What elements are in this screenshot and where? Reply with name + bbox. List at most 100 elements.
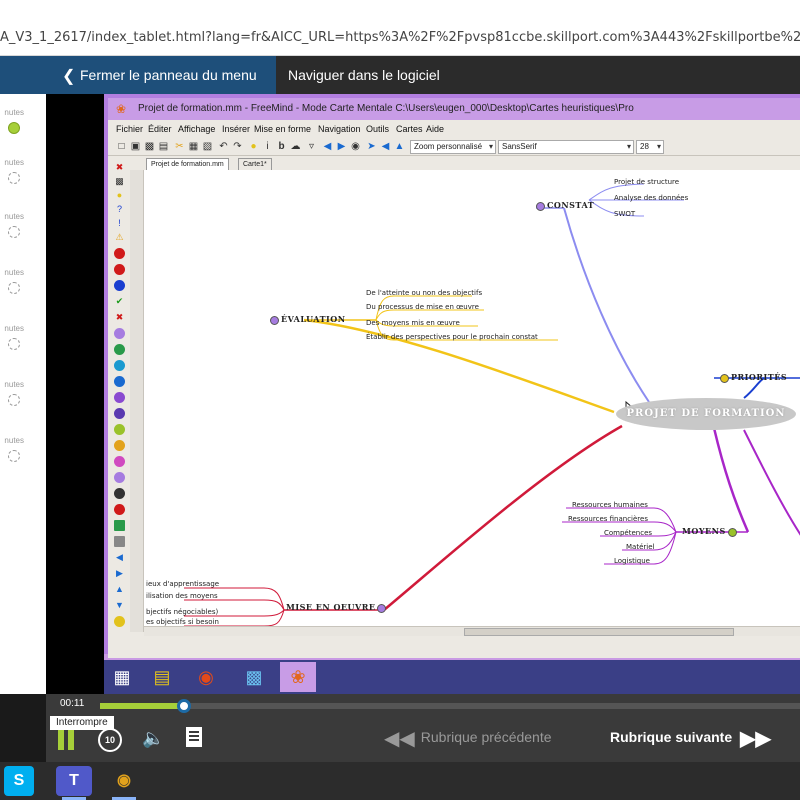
node-projet-de-structure[interactable]: Projet de structure bbox=[614, 178, 679, 186]
zoom-icon[interactable]: ◉ bbox=[350, 141, 361, 152]
progress-bar[interactable] bbox=[100, 699, 800, 713]
video-area[interactable]: ❀ Projet de formation.mm - FreeMind - Mo… bbox=[104, 94, 800, 694]
node-competences[interactable]: Compétences bbox=[604, 529, 652, 537]
branch-constat[interactable]: CONSTAT bbox=[536, 200, 594, 211]
branch-evaluation[interactable]: ÉVALUATION bbox=[270, 314, 346, 325]
chrome-icon[interactable]: ◉ bbox=[188, 662, 224, 692]
progress-handle[interactable] bbox=[177, 699, 191, 713]
menu-aide[interactable]: Aide bbox=[426, 124, 444, 134]
skype-icon[interactable]: S bbox=[4, 766, 34, 796]
node-atteinte-objectifs[interactable]: De l'atteinte ou non des objectifs bbox=[366, 289, 482, 297]
cut-icon[interactable]: ✂ bbox=[174, 141, 185, 152]
open-file-icon[interactable]: ▣ bbox=[130, 141, 141, 152]
number-1-icon[interactable] bbox=[114, 344, 125, 355]
arrow-left-palette-icon[interactable]: ◀ bbox=[114, 552, 125, 563]
stop-icon[interactable] bbox=[114, 248, 125, 259]
new-file-icon[interactable]: □ bbox=[116, 141, 127, 152]
ok-icon[interactable]: ✔ bbox=[114, 296, 125, 307]
node-utilisation-moyens[interactable]: ilisation des moyens bbox=[146, 592, 218, 600]
windows-start-icon[interactable]: ▦ bbox=[104, 662, 140, 692]
menu-outils[interactable]: Outils bbox=[366, 124, 389, 134]
paste-icon[interactable]: ▧ bbox=[202, 141, 213, 152]
arrow-down-icon[interactable]: ▼ bbox=[114, 600, 125, 611]
menu-affichage[interactable]: Affichage bbox=[178, 124, 215, 134]
teams-icon[interactable]: T bbox=[56, 766, 92, 800]
remove-icon[interactable]: ✖ bbox=[114, 162, 125, 173]
node-perspectives[interactable]: Établir des perspectives pour le prochai… bbox=[366, 333, 538, 341]
undo-icon[interactable]: ↶ bbox=[218, 141, 229, 152]
nav-up-icon[interactable]: ▲ bbox=[394, 141, 405, 152]
number-8-icon[interactable] bbox=[114, 456, 125, 467]
node-logistique[interactable]: Logistique bbox=[614, 557, 650, 565]
topic-menu-item[interactable]: nutes bbox=[0, 436, 46, 476]
topic-menu-item[interactable]: nutes bbox=[0, 324, 46, 364]
idea-icon[interactable]: ● bbox=[114, 190, 125, 201]
node-processus-mise-en-oeuvre[interactable]: Du processus de mise en œuvre bbox=[366, 303, 479, 311]
info-icon[interactable]: ! bbox=[114, 218, 125, 229]
mind-map-canvas[interactable]: PROJET DE FORMATION CONSTAT Projet de st… bbox=[144, 170, 800, 626]
tab-projet-de-formation[interactable]: Projet de formation.mm bbox=[146, 158, 229, 170]
battery-icon[interactable] bbox=[114, 520, 125, 531]
arrow-right-icon[interactable]: ▶ bbox=[336, 141, 347, 152]
number-6-icon[interactable] bbox=[114, 424, 125, 435]
copy-icon[interactable]: ▦ bbox=[188, 141, 199, 152]
bold-icon[interactable]: b bbox=[276, 141, 287, 152]
branch-moyens[interactable]: MOYENS bbox=[682, 526, 739, 537]
node-ressources-financieres[interactable]: Ressources financières bbox=[568, 515, 648, 523]
topic-menu-item[interactable]: nutes bbox=[0, 212, 46, 252]
number-2-icon[interactable] bbox=[114, 360, 125, 371]
clock-icon[interactable] bbox=[114, 488, 125, 499]
node-materiel[interactable]: Matériel bbox=[626, 543, 654, 551]
central-node[interactable]: PROJET DE FORMATION bbox=[616, 398, 796, 430]
font-select[interactable]: SansSerif ▾ bbox=[498, 140, 634, 154]
branch-priorites[interactable]: PRIORITÉS bbox=[720, 372, 787, 383]
node-lieux-apprentissage[interactable]: ieux d'apprentissage bbox=[146, 580, 219, 588]
node-objectifs-negociables[interactable]: bjectifs négociables) bbox=[146, 608, 218, 616]
arrow-right-palette-icon[interactable]: ▶ bbox=[114, 568, 125, 579]
number-5-icon[interactable] bbox=[114, 408, 125, 419]
menu-cartes[interactable]: Cartes bbox=[396, 124, 423, 134]
question-icon[interactable]: ? bbox=[114, 204, 125, 215]
phone-icon[interactable] bbox=[114, 536, 125, 547]
node-swot[interactable]: SWOT bbox=[614, 210, 635, 218]
scrollbar-thumb[interactable] bbox=[464, 628, 734, 636]
previous-topic-button[interactable]: ◀◀ Rubrique précédente bbox=[384, 726, 552, 751]
cancel-icon[interactable]: ✖ bbox=[114, 312, 125, 323]
node-moyens-mis-en-oeuvre[interactable]: Des moyens mis en œuvre bbox=[366, 319, 460, 327]
topic-menu-item[interactable]: nutes bbox=[0, 268, 46, 308]
arrow-left-icon[interactable]: ◀ bbox=[322, 141, 333, 152]
paint-icon[interactable]: ◉ bbox=[106, 766, 142, 800]
nav-back-icon[interactable]: ◀ bbox=[380, 141, 391, 152]
number-7-icon[interactable] bbox=[114, 440, 125, 451]
freemind-app-icon[interactable]: ❀ bbox=[280, 662, 316, 692]
transcript-icon[interactable] bbox=[186, 727, 202, 747]
smiley-icon[interactable] bbox=[114, 328, 125, 339]
volume-icon[interactable]: 🔈 bbox=[142, 728, 164, 749]
warning-icon[interactable]: ⚠ bbox=[114, 232, 125, 243]
panel-splitter[interactable] bbox=[130, 170, 144, 632]
replay-10-button[interactable]: 10 bbox=[98, 728, 122, 752]
cloud-icon[interactable]: ☁ bbox=[290, 141, 301, 152]
menu-editer[interactable]: Éditer bbox=[148, 124, 172, 134]
horizontal-scrollbar[interactable] bbox=[144, 626, 800, 636]
nav-forward-icon[interactable]: ➤ bbox=[366, 141, 377, 152]
priority-2-icon[interactable] bbox=[114, 280, 125, 291]
close-menu-button[interactable]: ❮ Fermer le panneau du menu bbox=[0, 56, 276, 94]
number-4-icon[interactable] bbox=[114, 392, 125, 403]
topic-menu-item[interactable]: nutes bbox=[0, 380, 46, 420]
node-objectifs-si-besoin[interactable]: es objectifs si besoin bbox=[146, 618, 219, 626]
italic-icon[interactable]: i bbox=[262, 141, 273, 152]
print-icon[interactable]: ▤ bbox=[158, 141, 169, 152]
font-size-select[interactable]: 28 ▾ bbox=[636, 140, 664, 154]
trash-icon[interactable]: ▩ bbox=[114, 176, 125, 187]
lightbulb-icon[interactable]: ● bbox=[248, 141, 259, 152]
flag-icon[interactable] bbox=[114, 504, 125, 515]
tab-carte1[interactable]: Carte1* bbox=[238, 158, 272, 170]
url-text[interactable]: A_V3_1_2617/index_tablet.html?lang=fr&AI… bbox=[0, 30, 800, 45]
zoom-select[interactable]: Zoom personnalisé ▾ bbox=[410, 140, 496, 154]
number-9-icon[interactable] bbox=[114, 472, 125, 483]
save-icon[interactable]: ▩ bbox=[144, 141, 155, 152]
browser-address-bar[interactable]: A_V3_1_2617/index_tablet.html?lang=fr&AI… bbox=[0, 0, 800, 56]
file-explorer-icon[interactable]: ▤ bbox=[144, 662, 180, 692]
menu-mise-en-forme[interactable]: Mise en forme bbox=[254, 124, 311, 134]
